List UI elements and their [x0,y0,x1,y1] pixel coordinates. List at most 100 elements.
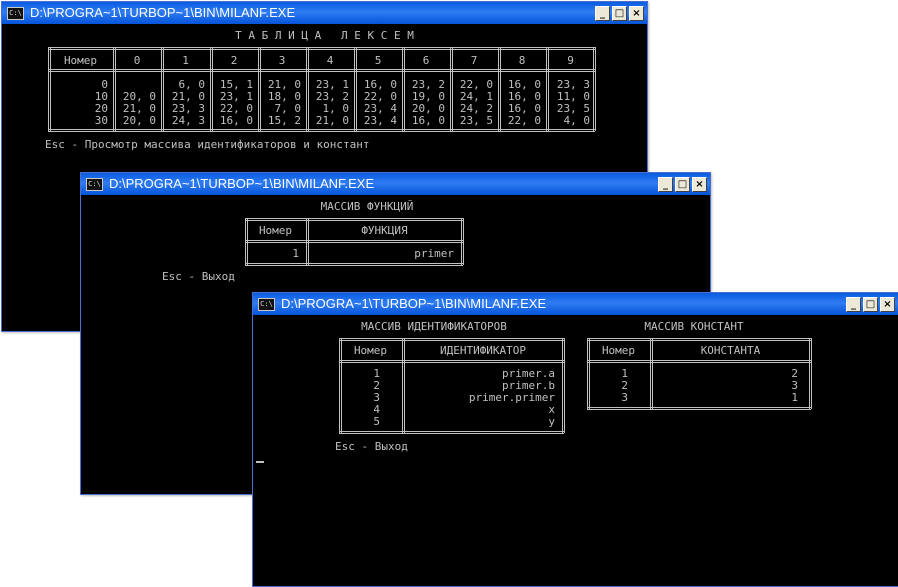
table-border [48,71,595,72]
console-output[interactable]: МАССИВ ИДЕНТИФИКАТОРОВ МАССИВ КОНСТАНТ Ном… [254,316,897,585]
table-border [587,362,811,363]
text-cursor [256,461,264,463]
table-border [306,218,307,265]
table-border [587,407,811,408]
table-border [354,47,355,131]
table-border [245,263,463,264]
table-heading: МАССИВ КОНСТАНТ [644,320,744,333]
table-border [339,362,564,363]
column-header: 3 [278,54,286,67]
close-button[interactable]: × [692,176,707,192]
table-border [339,431,564,432]
window-title: D:\PROGRA~1\TURBOP~1\BIN\MILANF.EXE [281,296,547,311]
table-border [339,360,564,361]
table-border [245,242,463,243]
table-border [587,409,811,410]
column-header: 1 [182,54,189,67]
table-border [402,47,403,131]
table-cell: 23, 4 [363,114,397,127]
table-cell: 23, 5 [459,114,493,127]
console-app-icon[interactable]: C:\ [7,6,24,20]
table-border [587,338,811,339]
column-header: 0 [133,54,141,67]
table-cell: y [548,415,555,428]
minimize-button[interactable]: _ [595,5,610,21]
table-border [339,433,564,434]
hint-text: Esc - Просмотр массива идентификаторов и… [45,138,370,151]
table-cell: 16, 0 [411,114,445,127]
table-border [498,47,499,131]
title-bar[interactable]: C:\ D:\PROGRA~1\TURBOP~1\BIN\MILANF.EXE … [81,173,710,195]
table-cell: 1 [791,391,798,404]
table-border [113,47,114,131]
column-header: 2 [230,54,238,67]
table-border [587,360,811,361]
window-title: D:\PROGRA~1\TURBOP~1\BIN\MILANF.EXE [30,5,296,20]
hint-text: Esc - Выход [162,270,235,283]
table-border [258,47,259,131]
row-number: 5 [373,415,380,428]
table-border [339,338,340,433]
column-header: 9 [567,54,574,67]
table-border [587,340,811,341]
table-border [48,69,595,70]
table-border [48,129,595,130]
table-border [245,218,463,219]
table-border [809,338,810,409]
table-cell: primer [414,247,454,260]
console-app-icon[interactable]: C:\ [258,297,275,311]
table-border [811,338,812,409]
column-header: 6 [422,54,430,67]
column-header: КОНСТАНТА [700,344,761,357]
row-number: 3 [621,391,628,404]
table-heading: МАССИВ ФУНКЦИЙ [320,200,414,213]
row-number: 30 [94,114,108,127]
table-border [562,338,563,433]
table-heading: МАССИВ ИДЕНТИФИКАТОРОВ [361,320,507,333]
table-border [245,265,463,266]
table-border [161,47,162,131]
close-button[interactable]: × [880,296,895,312]
column-header: 4 [326,54,334,67]
console-window-identifiers-constants[interactable]: C:\ D:\PROGRA~1\TURBOP~1\BIN\MILANF.EXE … [252,292,898,587]
table-border [245,220,463,221]
hint-text: Esc - Выход [335,440,408,453]
window-title: D:\PROGRA~1\TURBOP~1\BIN\MILANF.EXE [109,176,375,191]
table-border [595,47,596,131]
table-cell: 16, 0 [219,114,253,127]
minimize-button[interactable]: _ [846,296,861,312]
close-button[interactable]: × [629,5,644,21]
maximize-button[interactable]: □ [675,176,690,192]
table-border [564,338,565,433]
table-border [593,47,594,131]
title-bar[interactable]: C:\ D:\PROGRA~1\TURBOP~1\BIN\MILANF.EXE … [253,293,898,315]
table-cell: 21, 0 [315,114,349,127]
table-border [210,47,211,131]
table-border [339,340,564,341]
table-border [48,47,595,48]
table-border [650,338,651,409]
table-border [587,338,588,409]
column-header: ИДЕНТИФИКАТОР [439,344,527,357]
maximize-button[interactable]: □ [612,5,627,21]
table-border [450,47,451,131]
table-border [339,338,564,339]
table-border [48,47,49,131]
table-border [48,131,595,132]
row-number: 1 [292,247,299,260]
table-border [546,47,547,131]
column-header: Номер [353,344,388,357]
minimize-button[interactable]: _ [658,176,673,192]
table-cell: 15, 2 [267,114,301,127]
column-header: 7 [470,54,478,67]
table-cell: 20, 0 [122,114,156,127]
table-heading: Т А Б Л И Ц А Л Е К С Е М [235,29,414,42]
column-header: Номер [601,344,636,357]
table-cell: 22, 0 [507,114,541,127]
table-border [48,49,595,50]
title-bar[interactable]: C:\ D:\PROGRA~1\TURBOP~1\BIN\MILANF.EXE … [2,2,647,24]
console-app-icon[interactable]: C:\ [86,177,103,191]
table-cell: 24, 3 [171,114,205,127]
maximize-button[interactable]: □ [863,296,878,312]
column-header: 8 [518,54,526,67]
